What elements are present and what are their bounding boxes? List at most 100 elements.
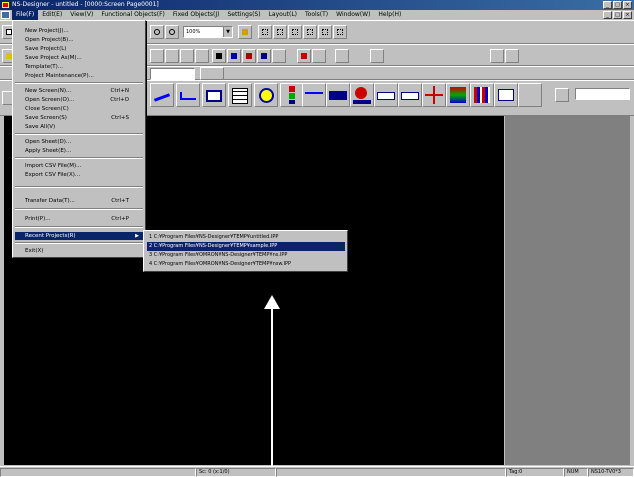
menu-tools[interactable]: Tools(T) xyxy=(301,10,332,20)
menu-separator xyxy=(15,242,143,244)
help-icon[interactable] xyxy=(370,49,384,63)
undo-icon[interactable] xyxy=(150,25,164,39)
tool-1-icon[interactable] xyxy=(150,49,164,63)
menu-item-template[interactable]: Template(T)... xyxy=(15,63,143,71)
menu-separator xyxy=(15,133,143,135)
bit-lamp-icon[interactable] xyxy=(280,83,304,107)
menu-functional-objects[interactable]: Functional Objects(F) xyxy=(97,10,169,20)
menu-item-label: Open Screen(O)... xyxy=(25,97,75,103)
menu-file[interactable]: File(F) xyxy=(12,10,39,20)
menu-item-save-project[interactable]: Save Project(L) xyxy=(15,45,143,53)
vertical-scrollbar[interactable] xyxy=(630,116,634,465)
menu-settings[interactable]: Settings(S) xyxy=(223,10,264,20)
status-model: NS10-TV0*3 xyxy=(588,468,634,477)
tool-4-icon[interactable] xyxy=(195,49,209,63)
menu-item-shortcut: Ctrl+T xyxy=(111,198,129,204)
chevron-down-icon[interactable]: ▼ xyxy=(223,27,232,37)
pin-icon[interactable] xyxy=(238,25,252,39)
polyline-icon[interactable] xyxy=(176,83,200,107)
screen-icon[interactable] xyxy=(257,49,271,63)
menu-window[interactable]: Window(W) xyxy=(332,10,374,20)
child-minimize-button[interactable]: _ xyxy=(603,11,612,19)
replace-icon[interactable] xyxy=(227,49,241,63)
menu-layout[interactable]: Layout(L) xyxy=(265,10,301,20)
child-restore-button[interactable]: □ xyxy=(613,11,622,19)
date-display-icon[interactable] xyxy=(398,83,422,107)
maximize-button[interactable]: □ xyxy=(613,1,622,9)
menu-item-project-maintenance[interactable]: Project Maintenance(P)... xyxy=(15,72,143,80)
address-icon[interactable] xyxy=(242,49,256,63)
alarm-icon[interactable] xyxy=(350,83,374,107)
string-display-icon[interactable] xyxy=(374,83,398,107)
layer-apply-button[interactable] xyxy=(200,67,224,80)
line-icon[interactable] xyxy=(150,83,174,107)
menu-item-save-project-as[interactable]: Save Project As(M)... xyxy=(15,54,143,62)
close-button[interactable]: × xyxy=(623,1,632,9)
lamp-icon[interactable] xyxy=(254,83,278,107)
menu-item-import-csv[interactable]: Import CSV File(M)... xyxy=(15,162,143,170)
grid-icon[interactable] xyxy=(258,25,272,39)
menu-item-new-screen[interactable]: New Screen(N)... Ctrl+N xyxy=(15,87,143,95)
test-icon[interactable] xyxy=(335,49,349,63)
group-icon[interactable] xyxy=(303,25,317,39)
menu-item-apply-sheet[interactable]: Apply Sheet(E)... xyxy=(15,147,143,155)
binoculars-icon[interactable] xyxy=(212,49,226,63)
menu-view[interactable]: View(V) xyxy=(66,10,97,20)
side-panel xyxy=(504,116,630,465)
menu-item-label: Save Project As(M)... xyxy=(25,55,82,61)
menu-item-label: Open Sheet(D)... xyxy=(25,139,72,145)
menu-item-open-screen[interactable]: Open Screen(O)... Ctrl+O xyxy=(15,96,143,104)
menu-item-label: Import CSV File(M)... xyxy=(25,163,82,169)
recent-project-item[interactable]: 2 C:¥Program Files¥NS-Designer¥TEMP¥samp… xyxy=(147,242,345,251)
frame-icon[interactable] xyxy=(518,83,542,107)
misc-icon[interactable] xyxy=(555,88,569,102)
graph-icon[interactable] xyxy=(302,83,326,107)
redo-icon[interactable] xyxy=(165,25,179,39)
recent-project-item[interactable]: 1 C:¥Program Files¥NS-Designer¥TEMP¥unti… xyxy=(147,233,345,242)
submenu-arrow-icon: ▶ xyxy=(135,233,139,239)
misc-slider[interactable] xyxy=(575,88,630,100)
numeral-display-icon[interactable] xyxy=(202,83,226,107)
menu-item-export-csv[interactable]: Export CSV File(X)... xyxy=(15,171,143,179)
cross-ref-icon[interactable] xyxy=(297,49,311,63)
menu-fixed-objects[interactable]: Fixed Objects(J) xyxy=(169,10,224,20)
tool-3-icon[interactable] xyxy=(180,49,194,63)
bar-chart-icon[interactable] xyxy=(470,83,494,107)
menu-item-open-project[interactable]: Open Project(B)... xyxy=(15,36,143,44)
menu-item-recent-projects[interactable]: Recent Projects(R) ▶ xyxy=(15,232,143,240)
menu-separator xyxy=(15,157,143,159)
menu-edit[interactable]: Edit(E) xyxy=(38,10,66,20)
data-block-icon[interactable] xyxy=(326,83,350,107)
property-icon[interactable] xyxy=(312,49,326,63)
crosshair-icon[interactable] xyxy=(422,83,446,107)
zoom-select[interactable]: 100% ▼ xyxy=(183,26,233,38)
menu-item-close-screen[interactable]: Close Screen(C) xyxy=(15,105,143,113)
document-icon[interactable] xyxy=(1,11,10,19)
layer-select[interactable] xyxy=(150,68,195,80)
menu-item-transfer-data[interactable]: Transfer Data(T)... Ctrl+T xyxy=(15,197,143,205)
zoom-value: 100% xyxy=(186,29,201,35)
minimize-button[interactable]: _ xyxy=(603,1,612,9)
recent-project-item[interactable]: 3 C:¥Program Files¥OMRON¥NS-Designer¥TEM… xyxy=(147,251,345,260)
menu-item-new-project[interactable]: New Project(J)... xyxy=(15,27,143,35)
menu-item-shortcut: Ctrl+O xyxy=(110,97,129,103)
window-icon[interactable] xyxy=(494,83,518,107)
table-icon[interactable] xyxy=(228,83,252,107)
color-chart-icon[interactable] xyxy=(446,83,470,107)
list-icon[interactable] xyxy=(272,49,286,63)
menu-item-save-screen[interactable]: Save Screen(S) Ctrl+S xyxy=(15,114,143,122)
align-icon[interactable] xyxy=(288,25,302,39)
snap-icon[interactable] xyxy=(273,25,287,39)
order-icon[interactable] xyxy=(333,25,347,39)
menu-item-exit[interactable]: Exit(X) xyxy=(15,247,143,255)
menu-item-open-sheet[interactable]: Open Sheet(D)... xyxy=(15,138,143,146)
layer-toggle-icon[interactable] xyxy=(505,49,519,63)
menu-item-save-all[interactable]: Save All(V) xyxy=(15,123,143,131)
menu-item-print[interactable]: Print(P)... Ctrl+P xyxy=(15,215,143,223)
child-close-button[interactable]: × xyxy=(623,11,632,19)
recent-project-item[interactable]: 4 C:¥Program Files¥OMRON¥NS-Designer¥TEM… xyxy=(147,260,345,269)
tool-2-icon[interactable] xyxy=(165,49,179,63)
ungroup-icon[interactable] xyxy=(318,25,332,39)
layer-icon[interactable] xyxy=(490,49,504,63)
menu-help[interactable]: Help(H) xyxy=(374,10,405,20)
